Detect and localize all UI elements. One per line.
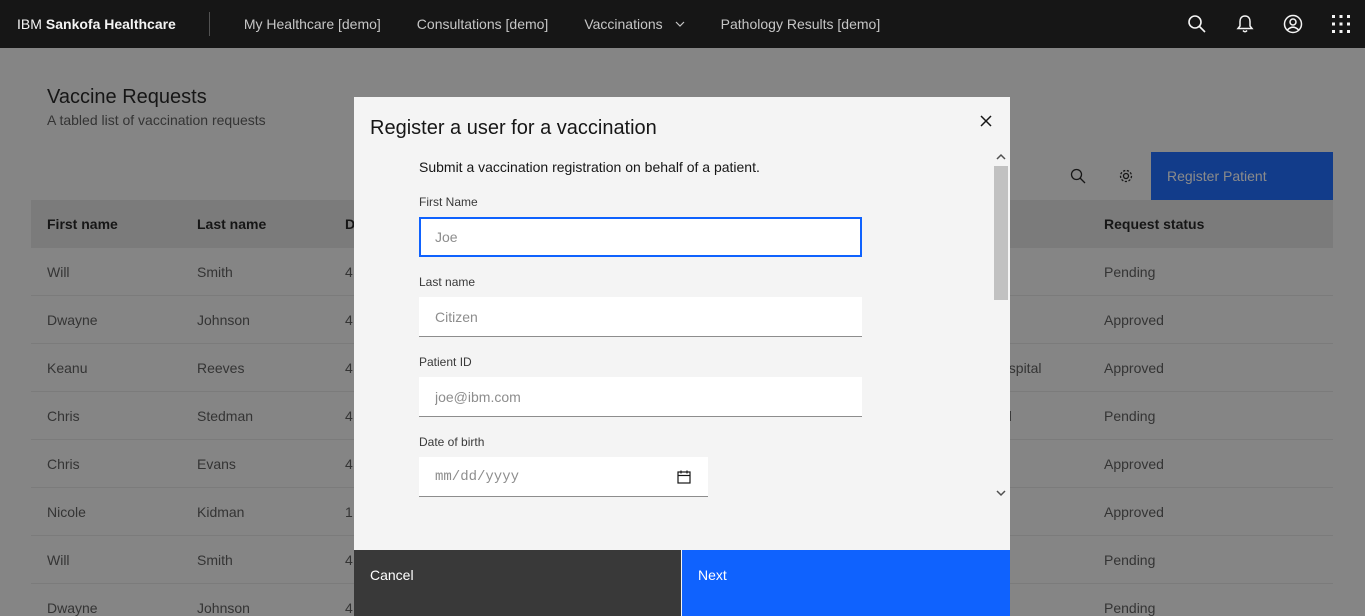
modal-scrollbar[interactable] bbox=[992, 149, 1010, 501]
modal-body: Submit a vaccination registration on beh… bbox=[354, 153, 1010, 550]
calendar-icon[interactable] bbox=[676, 469, 692, 485]
last-name-input[interactable] bbox=[419, 297, 862, 337]
main-nav: My Healthcare [demo] Consultations [demo… bbox=[226, 0, 898, 48]
cancel-button[interactable]: Cancel bbox=[354, 550, 681, 616]
modal-close-button[interactable] bbox=[970, 105, 1002, 137]
date-of-birth-label: Date of birth bbox=[419, 435, 485, 449]
first-name-input[interactable] bbox=[419, 217, 862, 257]
chevron-down-icon bbox=[675, 21, 685, 27]
app-switcher-icon bbox=[1332, 15, 1350, 33]
last-name-label: Last name bbox=[419, 275, 476, 289]
notification-icon bbox=[1236, 15, 1254, 33]
close-icon bbox=[980, 115, 992, 127]
modal-footer: Cancel Next bbox=[354, 550, 1010, 616]
header-notifications-button[interactable] bbox=[1221, 0, 1269, 48]
scroll-up-arrow-icon[interactable] bbox=[992, 149, 1010, 165]
scrollbar-thumb[interactable] bbox=[994, 166, 1008, 300]
user-avatar-icon bbox=[1283, 14, 1303, 34]
nav-label: Consultations [demo] bbox=[416, 16, 549, 32]
nav-item-consultations[interactable]: Consultations [demo] bbox=[399, 0, 567, 48]
scroll-down-arrow-icon[interactable] bbox=[992, 485, 1010, 501]
brand-logo[interactable]: IBM Sankofa Healthcare bbox=[0, 0, 192, 48]
header-actions bbox=[1173, 0, 1365, 48]
nav-label: Pathology Results [demo] bbox=[720, 16, 881, 32]
patient-id-label: Patient ID bbox=[419, 355, 472, 369]
first-name-label: First Name bbox=[419, 195, 478, 209]
search-icon bbox=[1188, 15, 1206, 33]
nav-item-my-healthcare[interactable]: My Healthcare [demo] bbox=[226, 0, 399, 48]
nav-label: Vaccinations bbox=[584, 16, 663, 32]
nav-label: My Healthcare [demo] bbox=[243, 16, 381, 32]
header-app-switcher-button[interactable] bbox=[1317, 0, 1365, 48]
patient-id-input[interactable] bbox=[419, 377, 862, 417]
modal-title: Register a user for a vaccination bbox=[370, 117, 657, 139]
header-user-button[interactable] bbox=[1269, 0, 1317, 48]
header-divider bbox=[208, 12, 210, 36]
brand-name: Sankofa Healthcare bbox=[45, 16, 176, 32]
next-button[interactable]: Next bbox=[682, 550, 1010, 616]
register-vaccination-modal: Register a user for a vaccination Submit… bbox=[354, 97, 1010, 616]
header-search-button[interactable] bbox=[1173, 0, 1221, 48]
date-placeholder: mm/dd/yyyy bbox=[435, 468, 520, 485]
nav-item-vaccinations[interactable]: Vaccinations bbox=[566, 0, 702, 48]
brand-prefix: IBM bbox=[17, 16, 42, 32]
nav-item-pathology-results[interactable]: Pathology Results [demo] bbox=[703, 0, 899, 48]
modal-description: Submit a vaccination registration on beh… bbox=[419, 159, 760, 175]
date-of-birth-input[interactable]: mm/dd/yyyy bbox=[419, 457, 708, 497]
top-navigation-bar: IBM Sankofa Healthcare My Healthcare [de… bbox=[0, 0, 1365, 48]
